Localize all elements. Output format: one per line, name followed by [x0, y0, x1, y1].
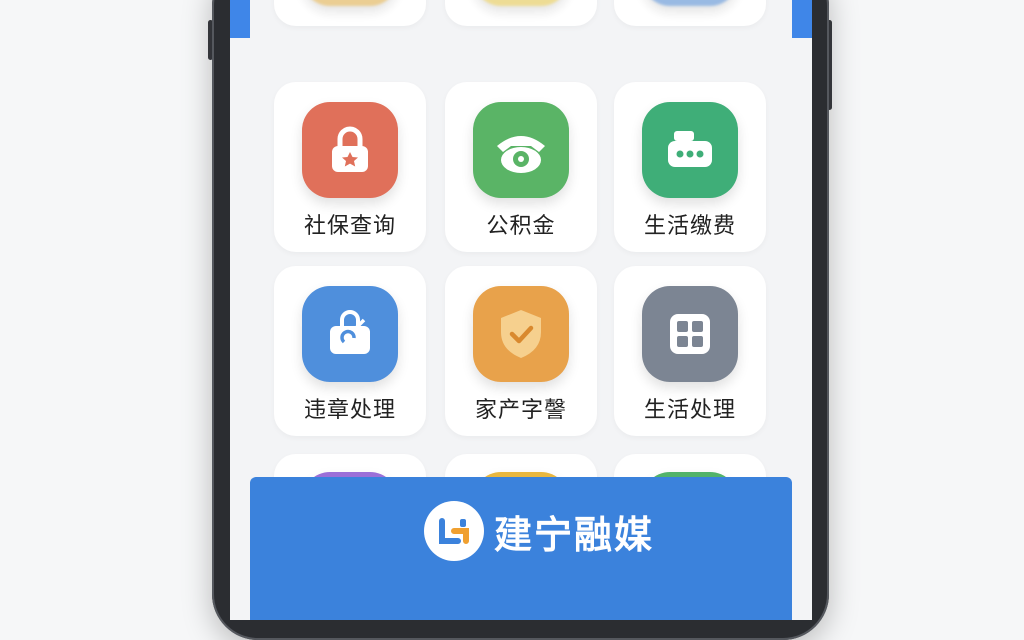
service-label: 家产字謦 [474, 398, 567, 423]
header-edge-left [230, 0, 250, 38]
service-label: 生活处理 [643, 398, 736, 423]
service-tile-top-3[interactable] [614, 0, 766, 26]
shopping-bag-icon [302, 286, 398, 382]
service-label: 生活缴费 [643, 214, 736, 239]
shield-check-icon [473, 286, 569, 382]
service-tile-housing-fund[interactable]: 公积金 [445, 82, 597, 252]
service-tile-top-2[interactable] [445, 0, 597, 26]
ticket-card-icon [642, 102, 738, 198]
rotary-phone-icon [473, 102, 569, 198]
service-label: 违章处理 [303, 398, 396, 423]
service-tile-social-security[interactable]: 社保查询 [274, 82, 426, 252]
car-icon [642, 0, 738, 6]
service-tile-life-services[interactable]: 生活处理 [614, 266, 766, 436]
brand-lockup: 建宁融媒 [424, 501, 654, 561]
phone-screen: 社保查询 公积金 生活缴费 违章处理 家产字謦 生活处理 建宁融媒 [230, 0, 812, 620]
grid-apps-icon [642, 286, 738, 382]
service-label: 公积金 [486, 214, 556, 239]
brand-banner: 建宁融媒 [250, 477, 792, 620]
medal-badge-icon [302, 0, 398, 6]
header-edge-right [792, 0, 812, 38]
lock-star-icon [302, 102, 398, 198]
service-label: 社保查询 [303, 214, 396, 239]
service-tile-utility-payment[interactable]: 生活缴费 [614, 82, 766, 252]
service-tile-violations[interactable]: 违章处理 [274, 266, 426, 436]
jianning-logo-icon [424, 501, 484, 561]
shop-market-icon [473, 0, 569, 6]
service-tile-property[interactable]: 家产字謦 [445, 266, 597, 436]
service-tile-top-1[interactable] [274, 0, 426, 26]
brand-name: 建宁融媒 [494, 512, 655, 557]
